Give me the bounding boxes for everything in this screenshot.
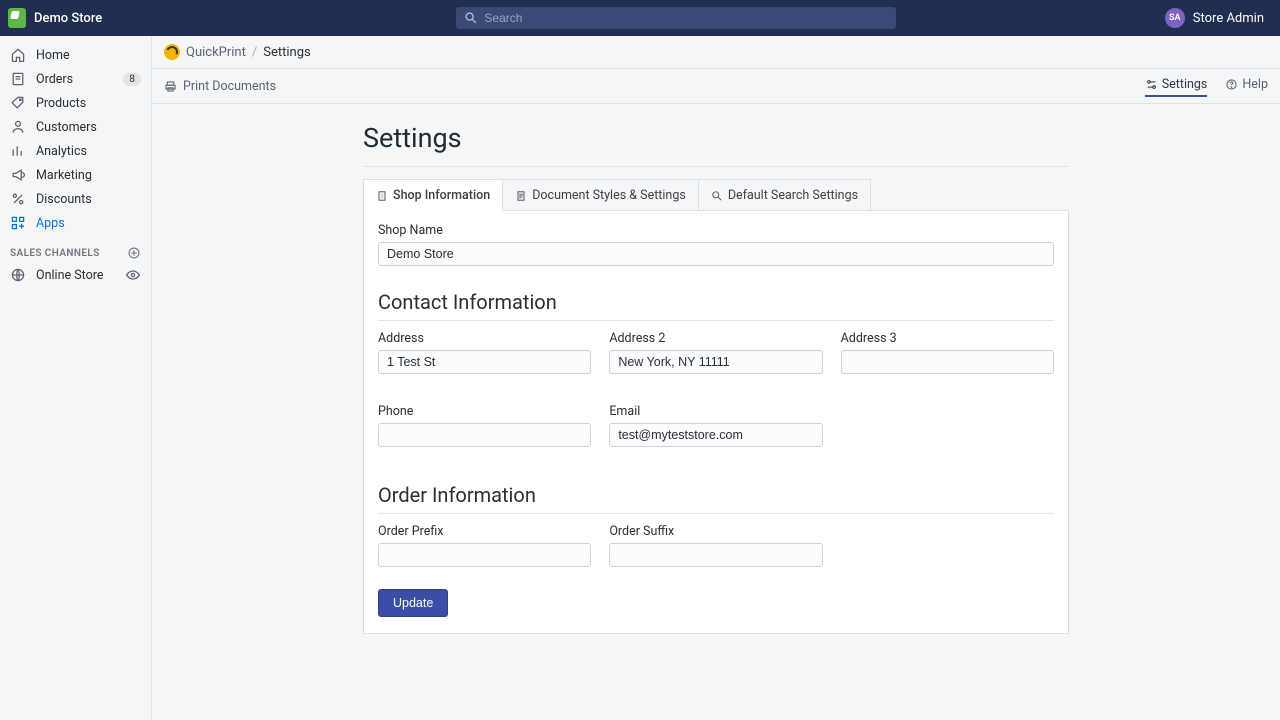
avatar: SA <box>1165 8 1185 28</box>
breadcrumb-current: Settings <box>263 45 310 60</box>
nav-label: Print Documents <box>183 79 276 94</box>
page-title: Settings <box>363 122 1069 167</box>
building-icon <box>376 190 388 202</box>
sidebar-item-discounts[interactable]: Discounts <box>0 188 151 210</box>
home-icon <box>10 47 26 63</box>
person-icon <box>10 119 26 135</box>
settings-tabs: Shop Information Document Styles & Setti… <box>363 179 1069 211</box>
email-input[interactable] <box>609 423 822 447</box>
main: QuickPrint / Settings Print Documents Se… <box>152 36 1280 720</box>
sales-channels-heading: SALES CHANNELS <box>0 236 151 264</box>
topbar: Demo Store SA Store Admin <box>0 0 1280 36</box>
sidebar-channel-online-store[interactable]: Online Store <box>0 264 151 286</box>
store-icon <box>10 267 26 283</box>
sidebar: Home Orders 8 Products Customers Analyti… <box>0 36 152 720</box>
contact-heading: Contact Information <box>378 290 1054 321</box>
sidebar-item-label: Home <box>36 48 70 63</box>
shop-name-label: Shop Name <box>378 223 1054 238</box>
address-input[interactable] <box>378 350 591 374</box>
percent-icon <box>10 191 26 207</box>
orders-badge: 8 <box>123 73 141 86</box>
nav-print-documents[interactable]: Print Documents <box>164 79 276 94</box>
tab-label: Document Styles & Settings <box>532 188 686 203</box>
nav-label: Settings <box>1162 77 1208 92</box>
sliders-icon <box>1145 78 1158 91</box>
sidebar-item-products[interactable]: Products <box>0 92 151 114</box>
nav-settings[interactable]: Settings <box>1145 77 1208 97</box>
shopify-logo-icon <box>8 8 26 28</box>
megaphone-icon <box>10 167 26 183</box>
sidebar-item-apps[interactable]: Apps <box>0 212 151 234</box>
address-label: Address <box>378 331 591 346</box>
orders-icon <box>10 71 26 87</box>
tab-default-search[interactable]: Default Search Settings <box>699 179 871 210</box>
breadcrumb-app[interactable]: QuickPrint <box>186 45 246 60</box>
app-nav: Print Documents Settings Help <box>152 69 1280 104</box>
address2-input[interactable] <box>609 350 822 374</box>
address2-label: Address 2 <box>609 331 822 346</box>
order-prefix-label: Order Prefix <box>378 524 591 539</box>
update-button[interactable]: Update <box>378 589 448 617</box>
chart-icon <box>10 143 26 159</box>
search-icon <box>711 190 723 202</box>
document-icon <box>515 190 527 202</box>
sidebar-item-orders[interactable]: Orders 8 <box>0 68 151 90</box>
plus-circle-icon[interactable] <box>127 246 141 260</box>
sidebar-item-label: Marketing <box>36 168 92 183</box>
sidebar-item-customers[interactable]: Customers <box>0 116 151 138</box>
search-icon <box>464 11 478 25</box>
breadcrumb-sep: / <box>252 45 257 60</box>
email-label: Email <box>609 404 822 419</box>
address3-label: Address 3 <box>841 331 1054 346</box>
order-suffix-input[interactable] <box>609 543 822 567</box>
order-heading: Order Information <box>378 483 1054 514</box>
sidebar-item-label: Orders <box>36 72 73 87</box>
phone-input[interactable] <box>378 423 591 447</box>
breadcrumb: QuickPrint / Settings <box>152 36 1280 69</box>
sidebar-item-marketing[interactable]: Marketing <box>0 164 151 186</box>
app-logo-icon <box>164 44 180 60</box>
nav-help[interactable]: Help <box>1225 77 1268 95</box>
eye-icon[interactable] <box>125 267 141 283</box>
order-prefix-input[interactable] <box>378 543 591 567</box>
settings-card: Shop Name Contact Information Address Ad… <box>363 211 1069 634</box>
tab-label: Shop Information <box>393 188 490 203</box>
order-suffix-label: Order Suffix <box>609 524 822 539</box>
tab-label: Default Search Settings <box>728 188 858 203</box>
sidebar-item-label: Discounts <box>36 192 92 207</box>
sidebar-item-label: Analytics <box>36 144 87 159</box>
print-icon <box>164 80 177 93</box>
sidebar-item-home[interactable]: Home <box>0 44 151 66</box>
help-icon <box>1225 78 1238 91</box>
user-menu[interactable]: SA Store Admin <box>1165 8 1264 28</box>
tag-icon <box>10 95 26 111</box>
tab-document-styles[interactable]: Document Styles & Settings <box>503 179 699 210</box>
sidebar-item-label: Customers <box>36 120 97 135</box>
tab-shop-information[interactable]: Shop Information <box>363 179 503 210</box>
shop-name-input[interactable] <box>378 242 1054 266</box>
apps-icon <box>10 215 26 231</box>
phone-label: Phone <box>378 404 591 419</box>
store-name: Demo Store <box>34 11 102 26</box>
address3-input[interactable] <box>841 350 1054 374</box>
nav-label: Help <box>1242 77 1268 92</box>
sidebar-item-analytics[interactable]: Analytics <box>0 140 151 162</box>
sidebar-item-label: Apps <box>36 216 65 231</box>
search-input[interactable] <box>484 11 888 25</box>
sidebar-item-label: Online Store <box>36 268 103 283</box>
brand[interactable]: Demo Store <box>8 8 188 28</box>
user-name: Store Admin <box>1193 11 1264 26</box>
sidebar-item-label: Products <box>36 96 86 111</box>
search-box[interactable] <box>456 7 896 29</box>
